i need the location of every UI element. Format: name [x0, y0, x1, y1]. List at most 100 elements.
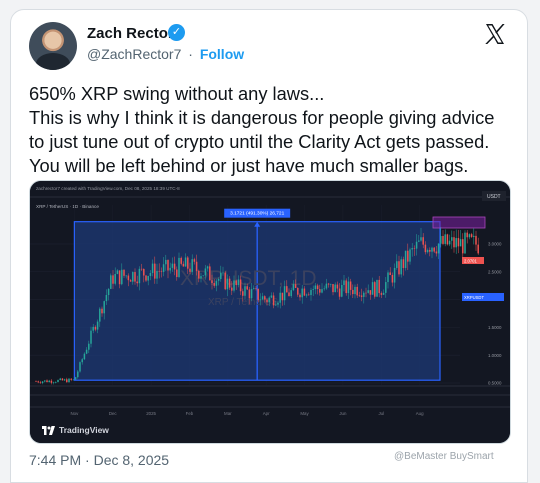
candle-body: [158, 270, 160, 272]
candle-body: [352, 289, 354, 295]
candle-body: [92, 326, 94, 331]
candle-body: [266, 299, 268, 303]
candle-body: [453, 237, 455, 248]
time-tick-label: Feb: [186, 411, 194, 416]
candle-body: [418, 240, 420, 242]
candle-body: [63, 379, 66, 381]
candle-body: [402, 259, 405, 268]
time-tick-label: Aug: [416, 411, 424, 416]
candle-body: [409, 249, 411, 262]
candle-body: [374, 282, 376, 297]
candle-body: [369, 290, 372, 295]
candle-body: [96, 321, 99, 330]
candle-body: [356, 286, 358, 296]
candle-body: [316, 285, 319, 290]
candle-body: [413, 248, 416, 249]
candle-body: [250, 289, 253, 299]
tweet-text: 650% XRP swing without any laws... This …: [29, 82, 521, 178]
candle-body: [220, 272, 222, 280]
candle-body: [66, 379, 68, 383]
candle-body: [178, 257, 180, 277]
candle-body: [224, 272, 226, 290]
candle-body: [396, 261, 398, 268]
candle-body: [407, 250, 409, 262]
follow-button[interactable]: Follow: [200, 46, 244, 62]
candle-body: [299, 294, 301, 298]
x-logo-icon[interactable]: [483, 22, 507, 46]
candle-body: [48, 380, 50, 383]
candle-body: [334, 284, 336, 293]
candle-body: [193, 259, 196, 262]
candle-body: [292, 284, 295, 291]
tweet-text-line: 650% XRP swing without any laws...: [29, 83, 325, 104]
candle-body: [272, 295, 275, 306]
candle-body: [81, 359, 83, 363]
candle-body: [404, 250, 407, 268]
price-tick-label: 0.5000: [488, 381, 502, 386]
candle-body: [459, 239, 462, 247]
candle-body: [112, 275, 114, 284]
candle-body: [349, 281, 352, 290]
tweet-card: Zach Rector ✓ @ZachRector7 · Follow 650%…: [10, 9, 528, 483]
candle-body: [281, 292, 284, 301]
candle-body: [121, 269, 123, 285]
candle-body: [110, 275, 112, 289]
candle-body: [253, 288, 255, 290]
tweet-timestamp[interactable]: 7:44 PM · Dec 8, 2025: [29, 452, 169, 468]
candle-body: [360, 295, 363, 297]
candle-body: [327, 283, 330, 285]
candle-body: [156, 270, 158, 279]
candle-body: [85, 349, 88, 354]
author-handle[interactable]: @ZachRector7: [87, 46, 181, 62]
candle-body: [231, 287, 233, 291]
candle-body: [367, 290, 369, 293]
candle-body: [393, 267, 396, 283]
candle-body: [129, 280, 132, 282]
price-tick-label: 3.0000: [488, 242, 502, 247]
candle-body: [371, 282, 374, 295]
candle-body: [261, 296, 264, 300]
candle-body: [143, 268, 145, 276]
candle-body: [470, 234, 473, 237]
candle-body: [332, 284, 334, 293]
time-tick-label: Apr: [263, 411, 270, 416]
avatar[interactable]: [29, 22, 77, 70]
candle-body: [154, 263, 156, 279]
candle-body: [206, 266, 209, 269]
candle-body: [59, 378, 61, 380]
candle-body: [114, 273, 116, 284]
candle-body: [44, 380, 46, 382]
price-tick-label: 2.5000: [488, 269, 502, 274]
candle-body: [380, 293, 383, 295]
candle-body: [466, 232, 468, 238]
candle-body: [176, 269, 178, 277]
chart-header: zachrector7 created with TradingView.com…: [36, 186, 180, 191]
candle-body: [429, 249, 431, 252]
candle-body: [319, 289, 321, 293]
candle-body: [303, 288, 306, 296]
candle-body: [259, 299, 262, 301]
candle-body: [101, 308, 103, 314]
candle-body: [37, 381, 39, 383]
chart-image[interactable]: zachrector7 created with TradingView.com…: [29, 180, 511, 444]
time-tick-label: Nov: [70, 411, 79, 416]
candle-body: [455, 238, 457, 248]
candle-body: [180, 257, 182, 264]
candle-body: [217, 279, 220, 281]
time-tick-label: Jun: [339, 411, 347, 416]
candle-body: [145, 275, 147, 281]
candle-body: [391, 275, 394, 283]
candle-body: [248, 289, 251, 299]
candle-body: [358, 295, 361, 297]
watermark-name: XRP / TetherUS: [208, 297, 279, 308]
author-name[interactable]: Zach Rector: [87, 25, 174, 42]
candle-body: [398, 261, 400, 275]
candle-body: [200, 276, 202, 279]
candle-body: [323, 288, 325, 290]
candle-body: [411, 248, 413, 250]
candle-body: [138, 268, 141, 284]
candle-body: [39, 382, 42, 383]
candle-body: [41, 381, 44, 383]
candle-body: [270, 295, 273, 298]
candle-body: [187, 257, 189, 269]
